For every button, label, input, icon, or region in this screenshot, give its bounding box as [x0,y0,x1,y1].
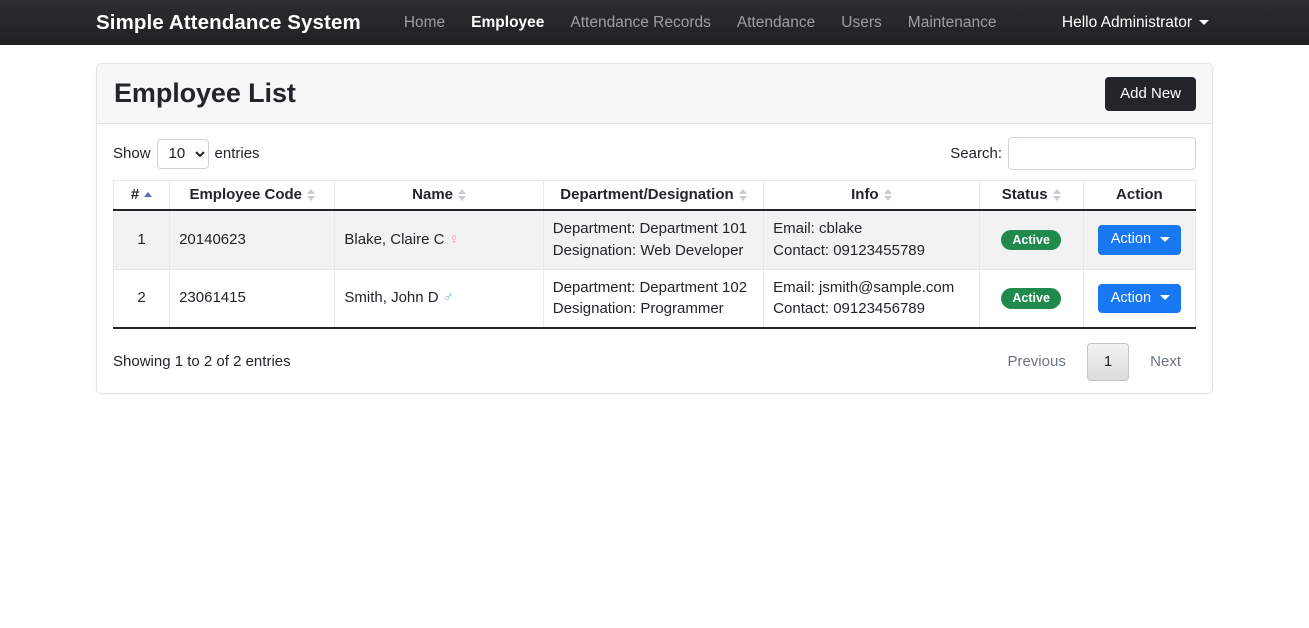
sort-both-icon [883,188,892,201]
table-body: 1 20140623 Blake, Claire C ♀ Department: … [112,209,1197,329]
pagination-next[interactable]: Next [1135,343,1196,381]
column-header-status[interactable]: Status [978,180,1084,211]
cell-action: Action [1082,209,1197,270]
search-input[interactable] [1008,137,1196,170]
sort-both-icon [738,188,747,201]
designation-text: Designation: Programmer [552,300,724,318]
user-menu-label: Hello Administrator [1061,13,1192,31]
sort-both-icon [1052,188,1061,201]
cell-action: Action [1082,268,1197,329]
employee-list-card: Employee List Add New Show 10 25 50 100 … [96,63,1213,394]
department-text: Department: Department 102 [552,278,748,296]
column-header-name[interactable]: Name [334,180,544,211]
app-brand[interactable]: Simple Attendance System [96,11,361,35]
user-menu[interactable]: Hello Administrator [1062,14,1209,32]
sort-both-icon [307,188,315,201]
nav-link-home[interactable]: Home [391,0,458,45]
entries-length-control: Show 10 25 50 100 entries [113,138,260,169]
sort-both-icon [458,188,466,201]
designation-text: Designation: Web Developer [552,241,744,259]
page-title: Employee List [114,78,296,108]
cell-info: Email: cblake Contact: 09123455789 [763,209,980,270]
chevron-down-icon [1160,236,1171,242]
nav-link-attendance-records[interactable]: Attendance Records [557,0,723,45]
add-new-button[interactable]: Add New [1105,76,1196,111]
search-label: Search: [950,145,1002,162]
column-label-info: Info [851,186,879,203]
contact-text: Contact: 09123455789 [773,241,925,259]
column-label-status: Status [1001,186,1048,203]
search-control: Search: [950,137,1196,170]
employee-table: # Employee Code Name Department/Designat… [112,180,1197,329]
column-label-department-designation: Department/Designation [560,186,734,203]
table-row: 1 20140623 Blake, Claire C ♀ Department: … [112,209,1197,270]
column-header-action: Action [1082,180,1197,211]
table-header-row: # Employee Code Name Department/Designat… [112,180,1197,211]
card-body: Show 10 25 50 100 entries Search: [97,124,1212,393]
cell-employee-code: 23061415 [169,268,336,329]
datatable-controls: Show 10 25 50 100 entries Search: [113,137,1196,170]
nav-link-maintenance[interactable]: Maintenance [895,0,1010,45]
table-row: 2 23061415 Smith, John D ♂ Department: De… [112,268,1197,329]
email-text: Email: jsmith@sample.com [773,278,955,296]
column-header-department-designation[interactable]: Department/Designation [542,180,765,211]
cell-number: 2 [112,268,171,329]
status-badge: Active [1001,288,1061,309]
nav-link-employee[interactable]: Employee [458,0,557,45]
datatable-footer: Showing 1 to 2 of 2 entries Previous 1 N… [113,343,1196,381]
table-info: Showing 1 to 2 of 2 entries [113,353,291,371]
column-label-action: Action [1116,186,1163,203]
column-label-name: Name [412,186,453,203]
action-dropdown-button[interactable]: Action [1097,225,1182,255]
cell-info: Email: jsmith@sample.com Contact: 091234… [763,268,980,329]
nav-link-attendance[interactable]: Attendance [724,0,828,45]
status-badge: Active [1001,229,1061,251]
pagination-previous[interactable]: Previous [992,343,1080,381]
chevron-down-icon [1160,295,1171,301]
column-header-employee-code[interactable]: Employee Code [169,180,336,211]
entries-label: entries [214,145,260,162]
action-button-label: Action [1110,231,1152,247]
nav-link-users[interactable]: Users [828,0,894,45]
action-button-label: Action [1110,289,1152,306]
cell-department-designation: Department: Department 102 Designation: … [542,268,765,329]
sort-ascending-icon [144,192,153,197]
column-header-info[interactable]: Info [763,180,980,211]
cell-status: Active [978,209,1084,270]
action-dropdown-button[interactable]: Action [1097,283,1182,313]
cell-department-designation: Department: Department 101 Designation: … [542,209,765,270]
female-icon: ♀ [448,230,460,248]
top-navbar: Simple Attendance System Home Employee A… [0,0,1309,45]
employee-name: Smith, John D [344,289,439,307]
cell-number: 1 [112,209,171,270]
entries-per-page-select[interactable]: 10 25 50 100 [156,138,209,169]
page-content: Employee List Add New Show 10 25 50 100 … [0,45,1309,394]
cell-status: Active [978,268,1084,329]
chevron-down-icon [1199,20,1209,25]
cell-name: Blake, Claire C ♀ [334,209,544,270]
department-text: Department: Department 101 [552,220,748,237]
employee-name: Blake, Claire C [344,230,445,248]
email-text: Email: cblake [773,220,863,237]
column-label-number: # [130,186,140,203]
pagination-page-1[interactable]: 1 [1086,343,1130,381]
nav-links: Home Employee Attendance Records Attenda… [391,0,1010,45]
column-header-number[interactable]: # [112,180,171,211]
contact-text: Contact: 09123456789 [773,300,925,318]
cell-name: Smith, John D ♂ [334,268,544,329]
cell-employee-code: 20140623 [169,209,336,270]
card-header: Employee List Add New [97,64,1212,124]
column-label-employee-code: Employee Code [189,186,302,203]
pagination: Previous 1 Next [992,343,1196,381]
show-label: Show [113,145,151,162]
male-icon: ♂ [442,289,454,307]
table-head: # Employee Code Name Department/Designat… [112,180,1197,211]
